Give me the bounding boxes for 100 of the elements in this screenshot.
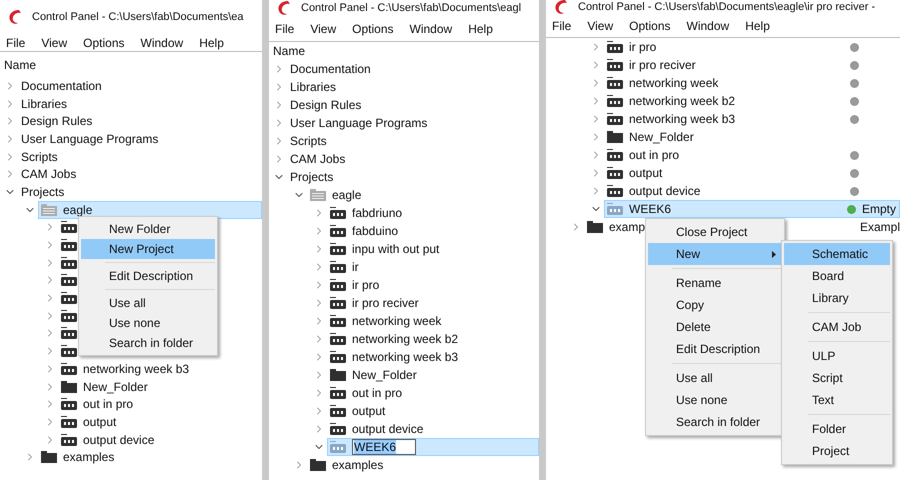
menu-bar-item[interactable]: Window bbox=[686, 16, 730, 34]
menu-item[interactable]: Search in folder bbox=[648, 411, 782, 433]
menu-item[interactable]: Delete bbox=[648, 316, 782, 338]
menu-item[interactable]: Close Project bbox=[648, 221, 782, 243]
column-header[interactable]: Name bbox=[4, 56, 36, 74]
menu-item[interactable]: New Project bbox=[81, 239, 215, 259]
tree-row[interactable]: networking week b2 bbox=[327, 330, 462, 348]
tree-row[interactable]: fabdriuno bbox=[327, 204, 406, 222]
tree-row[interactable]: examples bbox=[38, 448, 118, 466]
tree-row[interactable] bbox=[58, 342, 80, 360]
menu-item[interactable]: Use none bbox=[648, 389, 782, 411]
item-label: Scripts bbox=[21, 148, 58, 166]
menu-item[interactable]: Text bbox=[784, 389, 890, 411]
project-folder-icon bbox=[61, 256, 77, 269]
menu-item[interactable]: Library bbox=[784, 287, 890, 309]
tree-row[interactable]: output device bbox=[327, 420, 426, 438]
item-label: networking week b2 bbox=[629, 93, 736, 110]
tree-row[interactable]: Libraries bbox=[18, 94, 70, 112]
tree-row[interactable]: output device bbox=[604, 182, 704, 200]
tree-row[interactable]: networking week b2 bbox=[604, 92, 738, 110]
tree-row[interactable]: networking week b3 bbox=[58, 360, 192, 378]
menu-bar-item[interactable]: Help bbox=[468, 20, 493, 38]
menu-item[interactable]: New bbox=[648, 243, 782, 265]
tree-row[interactable]: Libraries bbox=[287, 78, 340, 96]
menu-bar-item[interactable]: Window bbox=[140, 34, 184, 52]
folder-icon bbox=[330, 369, 346, 381]
item-label: networking week b3 bbox=[83, 360, 190, 378]
tree-row[interactable]: out in pro bbox=[604, 146, 682, 164]
menu-bar-item[interactable]: File bbox=[6, 34, 26, 52]
column-header[interactable]: Name bbox=[273, 42, 306, 60]
menu-item[interactable]: CAM Job bbox=[784, 316, 890, 338]
rename-field[interactable]: WEEK6 bbox=[352, 439, 416, 455]
tree-row[interactable]: eagle bbox=[307, 186, 364, 204]
menu-item[interactable]: Board bbox=[784, 265, 890, 287]
tree-row[interactable]: fabduino bbox=[327, 222, 402, 240]
tree-row[interactable] bbox=[58, 236, 80, 254]
tree-row[interactable]: ir bbox=[327, 258, 362, 276]
project-folder-icon bbox=[61, 327, 77, 340]
menu-bar-item[interactable]: Help bbox=[199, 34, 224, 52]
project-folder-icon bbox=[607, 113, 623, 125]
menu-item[interactable]: Use none bbox=[81, 313, 215, 333]
tree-row[interactable]: ir pro bbox=[327, 276, 382, 294]
item-label: networking week b3 bbox=[352, 349, 458, 366]
project-folder-icon bbox=[330, 243, 346, 255]
menu-bar-item[interactable]: Options bbox=[83, 34, 124, 52]
tree-row[interactable]: Projects bbox=[287, 168, 336, 186]
menu-item[interactable]: Project bbox=[784, 440, 890, 462]
tree-row[interactable]: Scripts bbox=[287, 132, 330, 150]
menu-item[interactable]: Search in folder bbox=[81, 333, 215, 353]
menu-bar-item[interactable]: View bbox=[310, 20, 336, 38]
tree-row[interactable]: ir pro reciver bbox=[604, 56, 699, 74]
menu-bar-item[interactable]: Options bbox=[352, 20, 394, 38]
tree-row[interactable]: examples bbox=[307, 456, 386, 474]
item-label: New_Folder bbox=[83, 378, 148, 396]
tree-row[interactable]: output bbox=[58, 413, 120, 431]
tree-row[interactable]: inpu with out put bbox=[327, 240, 442, 258]
tree-row[interactable]: networking week b3 bbox=[327, 348, 462, 366]
menu-item[interactable]: Folder bbox=[784, 418, 890, 440]
menu-bar-item[interactable]: File bbox=[275, 20, 294, 38]
tree-row[interactable]: eagle bbox=[38, 200, 262, 218]
menu-item[interactable]: New Folder bbox=[81, 219, 215, 239]
tree-row[interactable]: New_Folder bbox=[58, 378, 151, 396]
tree-row[interactable]: out in pro bbox=[58, 395, 136, 414]
menu-item[interactable]: Use all bbox=[648, 367, 782, 389]
tree-row[interactable]: New_Folder bbox=[604, 128, 697, 146]
menu-item[interactable]: Edit Description bbox=[648, 338, 782, 360]
tree-row[interactable]: WEEK6 Empty bbox=[604, 200, 900, 218]
tree-row[interactable]: output bbox=[327, 402, 388, 420]
project-folder-icon bbox=[330, 333, 346, 345]
menu-item[interactable]: ULP bbox=[784, 345, 890, 367]
menu-item[interactable]: Copy bbox=[648, 294, 782, 316]
tree-row[interactable]: ir pro bbox=[604, 38, 660, 56]
tree-row[interactable]: ir pro reciver bbox=[327, 294, 422, 312]
menu-item[interactable]: Schematic bbox=[784, 243, 890, 265]
menu-bar-item[interactable]: Help bbox=[745, 16, 770, 34]
tree-row[interactable]: New_Folder bbox=[327, 366, 420, 384]
item-label: inpu with out put bbox=[352, 241, 440, 258]
menu-bar-item[interactable]: View bbox=[41, 34, 68, 52]
tree-row[interactable]: examp bbox=[584, 218, 648, 236]
tree-row[interactable]: out in pro bbox=[327, 384, 406, 402]
project-folder-icon bbox=[330, 441, 346, 453]
tree-row[interactable]: WEEK6 bbox=[327, 438, 539, 456]
menu-item[interactable]: Rename bbox=[648, 272, 782, 294]
tree-row[interactable]: networking week bbox=[327, 312, 444, 330]
tree-row[interactable]: output bbox=[604, 164, 666, 182]
menu-bar-item[interactable]: View bbox=[587, 16, 614, 34]
tree-row[interactable]: output device bbox=[58, 430, 158, 448]
tree-row[interactable] bbox=[58, 289, 80, 307]
menu-bar-item[interactable]: Window bbox=[410, 20, 452, 38]
tree-row[interactable]: Scripts bbox=[18, 148, 61, 166]
window-title: Control Panel - C:\Users\fab\Documents\eagle\ir pro reciver - bbox=[578, 0, 876, 15]
item-label: examp bbox=[609, 219, 646, 236]
tree-row[interactable]: networking week b3 bbox=[604, 110, 738, 128]
tree-row[interactable]: networking week bbox=[604, 74, 722, 92]
menu-item[interactable]: Edit Description bbox=[81, 266, 215, 286]
project-folder-icon bbox=[607, 59, 623, 71]
menu-item[interactable]: Use all bbox=[81, 293, 215, 313]
menu-bar-item[interactable]: Options bbox=[629, 16, 670, 34]
menu-item[interactable]: Script bbox=[784, 367, 890, 389]
menu-bar-item[interactable]: File bbox=[552, 16, 572, 34]
